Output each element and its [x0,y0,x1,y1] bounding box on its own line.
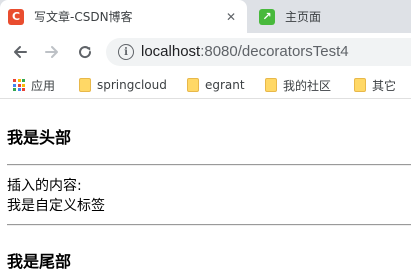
reload-icon [79,46,92,59]
main-page-favicon-icon: ↗ [259,8,275,25]
address-url[interactable]: localhost:8080/decoratorsTest4 [141,43,349,60]
bookmark-apps[interactable]: 应用 [13,71,55,99]
bookmark-my-community[interactable]: 我的社区 [265,71,331,99]
bookmark-label: springcloud [97,78,167,92]
divider [7,164,411,166]
folder-icon [79,78,91,92]
tab-strip: C 写文章-CSDN博客 ✕ ↗ 主页面 [0,0,411,33]
back-button[interactable] [7,39,33,65]
bookmark-other[interactable]: 其它 [354,71,396,99]
page-header: 我是头部 [7,128,72,147]
divider [7,224,411,226]
url-path: :8080/decoratorsTest4 [200,43,349,60]
arrow-right-icon [45,46,58,58]
address-bar[interactable]: i localhost:8080/decoratorsTest4 [106,38,411,66]
bookmark-label: egrant [205,78,245,92]
bookmark-label: 其它 [372,78,397,93]
csdn-favicon-icon: C [8,8,24,25]
folder-icon [265,78,277,92]
bookmarks-bar: 应用 springcloud egrant 我的社区 其它 [0,71,411,99]
tab-csdn[interactable]: C 写文章-CSDN博客 ✕ [0,0,247,33]
forward-button[interactable] [39,39,65,65]
bookmark-springcloud[interactable]: springcloud [79,71,167,99]
browser-toolbar: i localhost:8080/decoratorsTest4 [0,33,411,71]
page-content: 我是头部 插入的内容: 我是自定义标签 我是尾部 [0,100,411,277]
url-host: localhost [141,43,201,60]
bookmark-label: 应用 [31,78,56,93]
tab-title: 主页面 [285,10,322,24]
inserted-label: 插入的内容: [7,178,82,194]
arrow-left-icon [14,46,27,58]
bookmark-label: 我的社区 [283,78,332,93]
bookmark-egrant[interactable]: egrant [187,71,245,99]
page-footer: 我是尾部 [7,252,72,271]
custom-tag-text: 我是自定义标签 [7,198,105,214]
folder-icon [354,78,366,92]
reload-button[interactable] [72,39,98,65]
tab-main-page[interactable]: ↗ 主页面 [247,0,411,33]
site-info-icon[interactable]: i [118,44,134,60]
apps-grid-icon [13,79,25,91]
close-tab-icon[interactable]: ✕ [223,9,239,25]
tab-title: 写文章-CSDN博客 [34,10,133,24]
folder-icon [187,78,199,92]
